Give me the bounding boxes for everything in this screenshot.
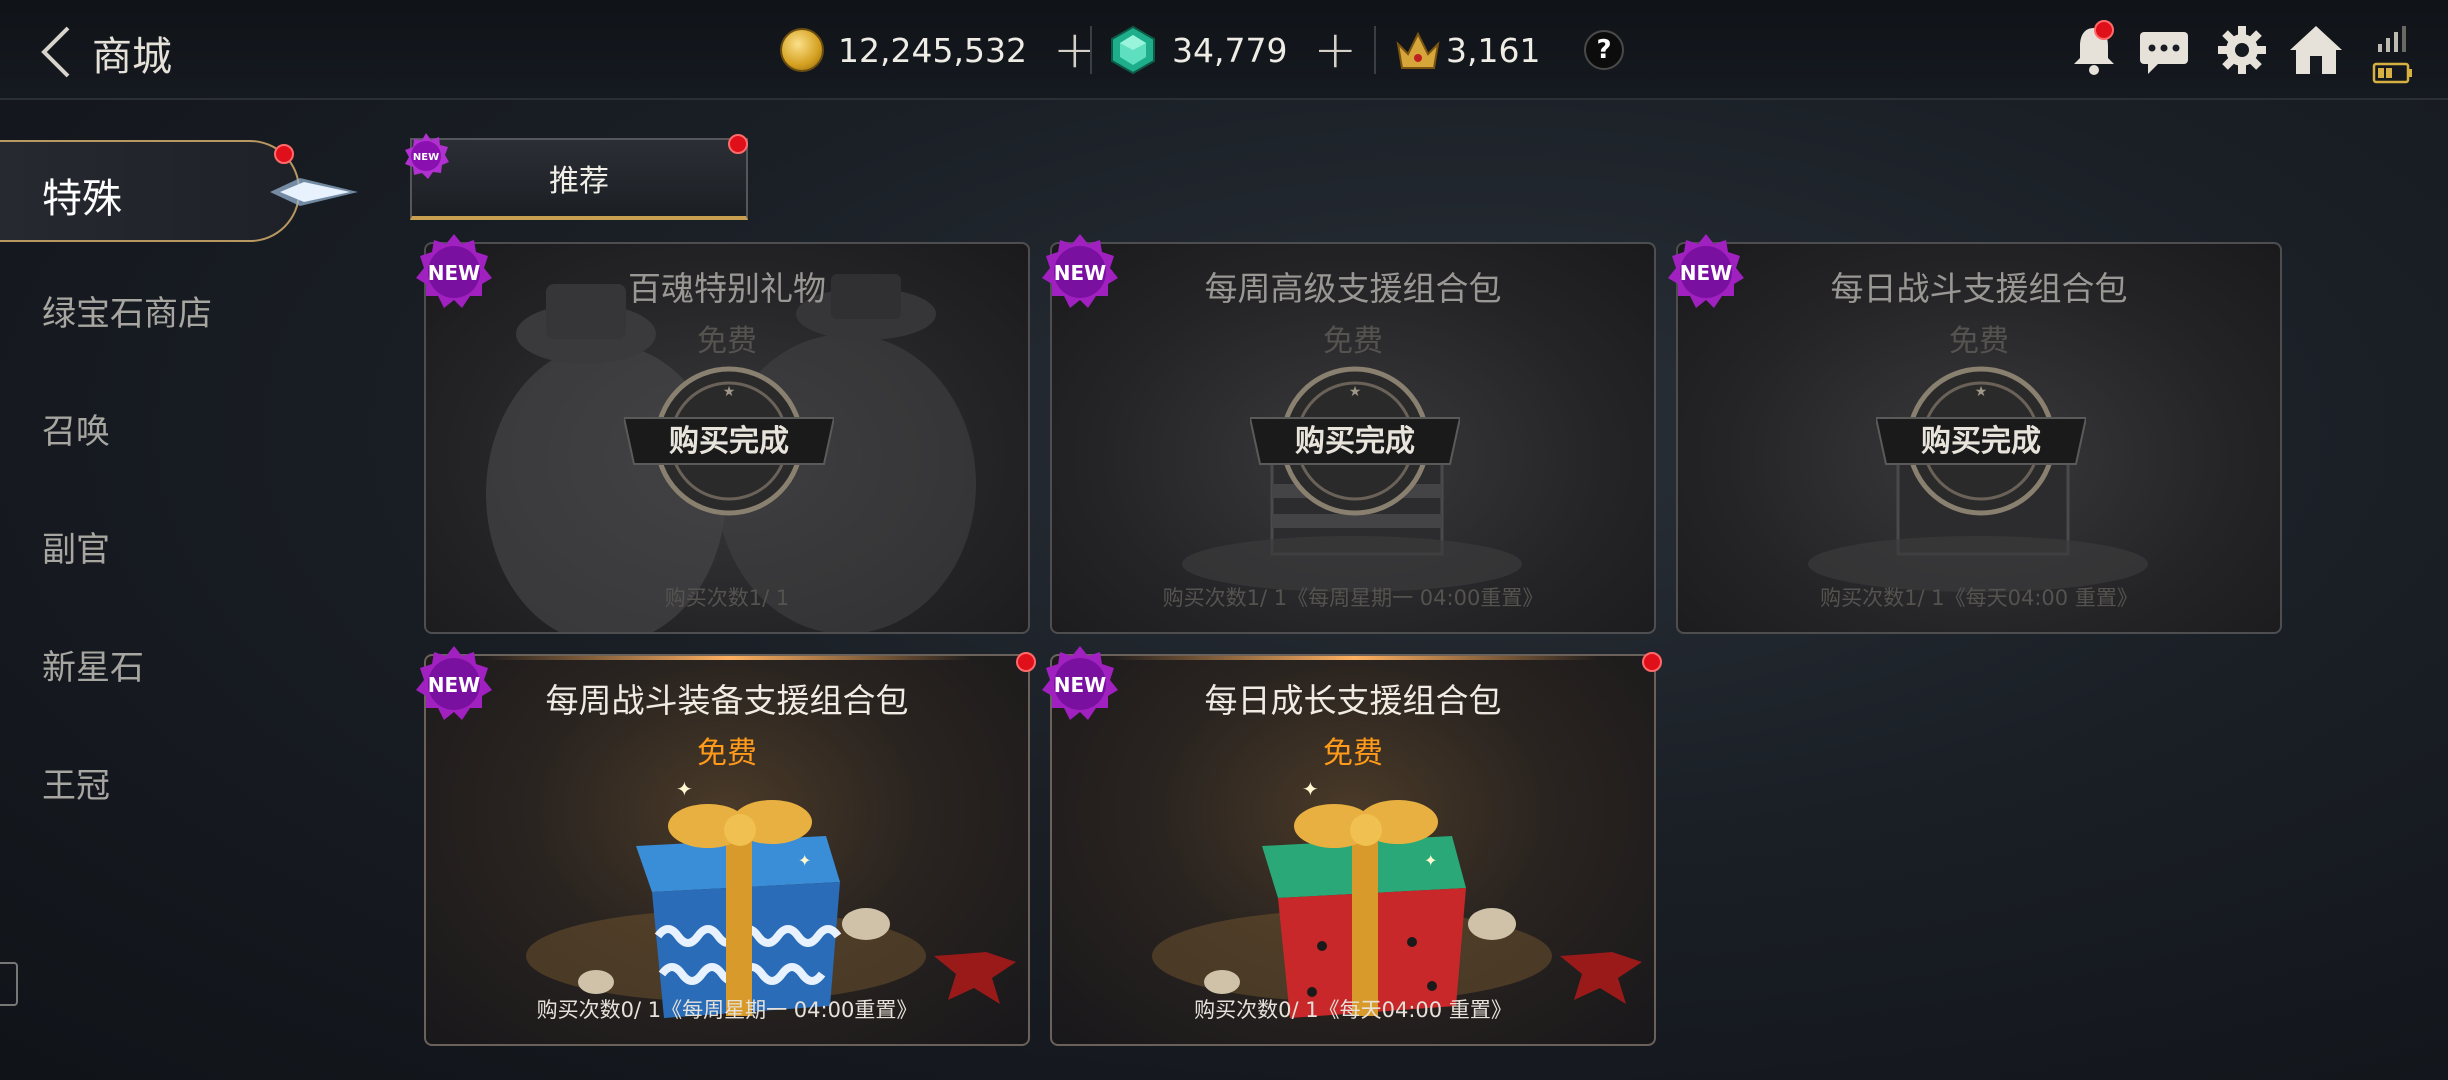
tab-recommended[interactable]: 推荐 — [410, 138, 748, 220]
pack-title: 每周高级支援组合包 — [1204, 269, 1502, 308]
edge-handle[interactable] — [0, 962, 18, 1006]
pack-card[interactable]: 每日战斗支援组合包 免费 购买完成 ★ 购买次数1/ 1《每天04:00 重置》 — [1676, 242, 2282, 634]
new-badge-icon: NEW — [1042, 234, 1118, 308]
svg-text:NEW: NEW — [1680, 261, 1732, 285]
notification-dot — [1642, 652, 1662, 672]
divider — [1374, 26, 1376, 74]
sidebar-item-emerald-shop[interactable]: 绿宝石商店 — [42, 286, 212, 335]
purchase-limit: 购买次数0/ 1《每天04:00 重置》 — [1194, 998, 1512, 1022]
pack-card[interactable]: ✦ ✦ 每日成长支援组合包 免费 购买次数0/ 1《每天04:00 重置》 — [1050, 654, 1656, 1046]
new-badge-icon: NEW — [416, 234, 492, 308]
purchased-seal-icon: 购买完成 ★ — [1250, 366, 1460, 516]
sidebar-item-adjutant[interactable]: 副官 — [42, 522, 110, 571]
pack-price: 免费 — [1323, 324, 1383, 359]
divider — [1090, 26, 1092, 74]
svg-text:★: ★ — [1975, 384, 1988, 400]
sidebar-item-label: 特殊 — [42, 176, 122, 222]
add-emerald-button[interactable]: + — [1313, 24, 1357, 76]
pack-title: 每日战斗支援组合包 — [1830, 269, 2128, 308]
notification-dot — [274, 144, 294, 164]
home-icon[interactable] — [2286, 20, 2346, 80]
purchased-seal-icon: 购买完成 ★ — [1876, 366, 2086, 516]
svg-text:NEW: NEW — [1054, 673, 1106, 697]
notification-dot — [728, 134, 748, 154]
gear-icon[interactable] — [2212, 20, 2272, 80]
sidebar-item-summon[interactable]: 召唤 — [42, 404, 110, 453]
svg-text:购买完成: 购买完成 — [669, 424, 789, 459]
pack-price: 免费 — [1949, 324, 2009, 359]
sidebar-item-crown[interactable]: 王冠 — [42, 758, 110, 807]
gold-coin-icon — [780, 28, 824, 72]
pack-card[interactable]: ✦ ✦ 每周战斗装备支援组合包 免费 购买次数0/ 1《每周星期一 04:00重… — [424, 654, 1030, 1046]
crown-currency: 3,161 — [1394, 22, 1540, 78]
pack-price: 免费 — [697, 736, 757, 771]
svg-text:★: ★ — [1349, 384, 1362, 400]
emerald-icon — [1111, 25, 1155, 75]
purchased-seal-icon: 购买完成 ★ — [624, 366, 834, 516]
new-badge-icon: NEW — [416, 646, 492, 720]
back-arrow-icon[interactable] — [36, 24, 76, 80]
active-indicator-icon — [270, 178, 358, 206]
pack-card[interactable]: 每周高级支援组合包 免费 购买完成 ★ 购买次数1/ 1《每周星期一 04:00… — [1050, 242, 1656, 634]
sidebar-item-special[interactable]: 特殊 — [0, 140, 300, 242]
notification-dot — [1016, 652, 1036, 672]
svg-text:✦: ✦ — [1424, 851, 1437, 870]
notification-dot — [2094, 20, 2114, 40]
emerald-value: 34,779 — [1172, 30, 1288, 70]
svg-text:✦: ✦ — [676, 777, 693, 801]
svg-text:✦: ✦ — [1302, 777, 1319, 801]
pack-title: 每日成长支援组合包 — [1204, 681, 1502, 720]
new-badge-icon: NEW — [1668, 234, 1744, 308]
tab-label: 推荐 — [549, 164, 609, 199]
svg-text:NEW: NEW — [428, 261, 480, 285]
help-button[interactable]: ? — [1584, 30, 1624, 70]
emerald-currency: 34,779 + — [1108, 22, 1357, 78]
svg-text:购买完成: 购买完成 — [1921, 424, 2041, 459]
svg-text:NEW: NEW — [428, 673, 480, 697]
purchase-limit: 购买次数1/ 1 — [664, 586, 790, 610]
svg-text:购买完成: 购买完成 — [1295, 424, 1415, 459]
sidebar-item-new-star[interactable]: 新星石 — [42, 640, 144, 689]
crown-value: 3,161 — [1446, 30, 1541, 70]
pack-card[interactable]: 百魂特别礼物 免费 购买完成 ★ 购买次数1/ 1 — [424, 242, 1030, 634]
new-badge-icon: NEW — [1042, 646, 1118, 720]
purchase-limit: 购买次数1/ 1《每天04:00 重置》 — [1820, 586, 2138, 610]
svg-text:★: ★ — [723, 384, 736, 400]
page-title: 商城 — [92, 34, 172, 80]
new-badge-icon: NEW — [405, 133, 449, 179]
pack-price: 免费 — [697, 324, 757, 359]
svg-text:NEW: NEW — [1054, 261, 1106, 285]
signal-battery-icon — [2372, 26, 2412, 84]
crown-icon — [1396, 31, 1440, 69]
top-bar: 商城 12,245,532 + 34,779 + 3,161 ? — [0, 0, 2448, 100]
svg-text:✦: ✦ — [798, 851, 811, 870]
pack-price: 免费 — [1323, 736, 1383, 771]
gold-value: 12,245,532 — [838, 30, 1027, 70]
svg-text:NEW: NEW — [413, 152, 439, 163]
pack-title: 每周战斗装备支援组合包 — [545, 681, 909, 720]
pack-title: 百魂特别礼物 — [628, 269, 826, 308]
purchase-limit: 购买次数0/ 1《每周星期一 04:00重置》 — [536, 998, 918, 1022]
chat-icon[interactable] — [2134, 20, 2194, 80]
purchase-limit: 购买次数1/ 1《每周星期一 04:00重置》 — [1162, 586, 1544, 610]
gold-currency: 12,245,532 + — [780, 22, 1097, 78]
